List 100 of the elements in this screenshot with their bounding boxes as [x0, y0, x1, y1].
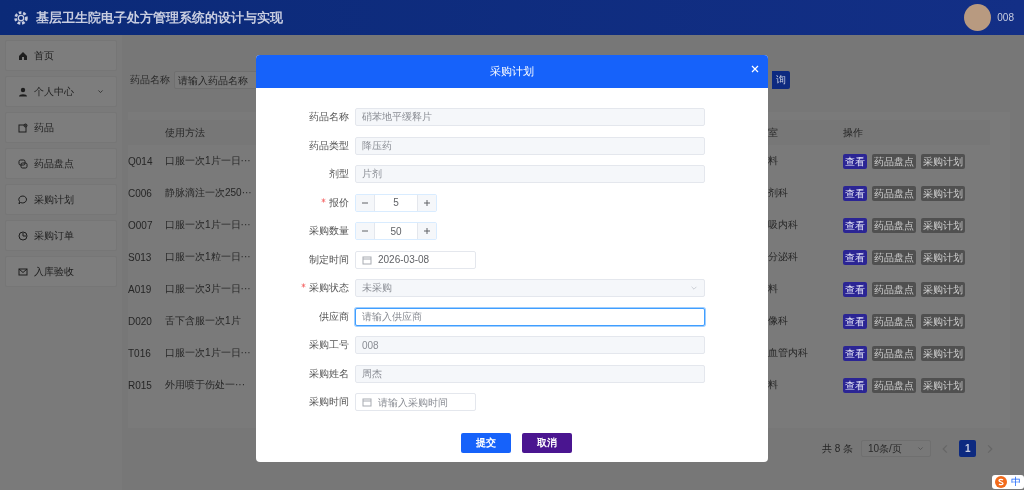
menu-label: 药品: [34, 120, 55, 135]
decrement-button[interactable]: [356, 194, 374, 211]
menu-label: 入库验收: [34, 264, 75, 279]
action-button[interactable]: 查看: [843, 249, 867, 265]
table-cell-text: C006: [128, 187, 153, 199]
field-label: 药品类型: [309, 139, 349, 151]
action-button[interactable]: 查看: [843, 217, 867, 233]
calendar-icon: [362, 254, 372, 265]
search-button[interactable]: 询: [772, 71, 790, 89]
number-stepper[interactable]: 50: [355, 222, 437, 240]
table-cell-text: T016: [128, 347, 152, 359]
action-button[interactable]: 药品盘点: [872, 185, 916, 201]
action-button[interactable]: 药品盘点: [872, 249, 916, 265]
sidebar-item[interactable]: 药品: [5, 112, 117, 143]
date-field[interactable]: 请输入采购时间: [355, 393, 476, 411]
action-button[interactable]: 查看: [843, 377, 867, 393]
avatar[interactable]: [964, 4, 992, 31]
cancel-button[interactable]: 取消: [521, 432, 572, 453]
column-header: 室: [768, 125, 779, 140]
sidebar-item[interactable]: 采购计划: [5, 184, 117, 215]
calendar-icon: [362, 397, 372, 407]
table-cell-text: 料: [768, 378, 779, 392]
action-button[interactable]: 药品盘点: [872, 217, 916, 233]
action-button[interactable]: 采购计划: [921, 249, 965, 265]
minus-icon: [361, 227, 369, 235]
plus-icon: [423, 198, 431, 207]
action-button[interactable]: 查看: [843, 153, 867, 169]
action-button[interactable]: 采购计划: [921, 281, 965, 297]
sidebar-item[interactable]: 采购订单: [5, 220, 117, 251]
column-header: 使用方法: [165, 125, 206, 140]
page-button[interactable]: 1: [959, 440, 976, 457]
table-cell-text: 剂科: [768, 186, 789, 200]
menu-label: 个人中心: [34, 84, 75, 99]
table-cell-text: 吸内科: [768, 218, 799, 232]
table-cell-text: D020: [128, 315, 153, 327]
action-button[interactable]: 采购计划: [921, 377, 965, 393]
number-stepper[interactable]: 5: [355, 193, 437, 212]
table-cell-text: 血管内科: [768, 346, 809, 360]
input-field[interactable]: 请输入供应商: [355, 307, 705, 326]
chat-bubble-icon: [18, 194, 28, 205]
table-cell-text: A019: [128, 283, 153, 295]
menu-label: 药品盘点: [34, 156, 75, 171]
action-button[interactable]: 药品盘点: [872, 153, 916, 169]
mail-icon: [18, 266, 28, 277]
field-label: 采购时间: [309, 396, 349, 407]
column-header: 操作: [843, 125, 864, 140]
field-label: 剂型: [329, 168, 349, 179]
total-count: 共 8 条: [821, 441, 853, 456]
date-field[interactable]: 2026-03-08: [355, 250, 476, 269]
sidebar-item[interactable]: 药品盘点: [5, 148, 117, 179]
field-label: 采购工号: [309, 339, 349, 350]
table-cell-text: Q014: [128, 155, 154, 167]
table-cell-text: 像科: [768, 314, 789, 328]
user-icon: [18, 86, 28, 97]
table-cell-text: R015: [128, 379, 153, 391]
action-button[interactable]: 药品盘点: [872, 345, 916, 361]
app-title: 基层卫生院电子处方管理系统的设计与实现: [36, 8, 284, 27]
dialog-title: 采购计划: [490, 64, 534, 79]
field-label: 报价: [329, 196, 349, 208]
input-mode[interactable]: 中: [1011, 475, 1021, 489]
field-label: 采购姓名: [309, 367, 349, 379]
table-cell-text: O007: [128, 219, 154, 231]
menu-label: 首页: [34, 48, 55, 63]
increment-button[interactable]: [418, 194, 436, 211]
gear-icon: [12, 8, 30, 27]
page-size-select[interactable]: 10条/页: [861, 440, 931, 457]
action-button[interactable]: 药品盘点: [872, 377, 916, 393]
chevron-down-icon: [690, 284, 698, 292]
user-name: 008: [997, 12, 1014, 23]
field-label: 采购状态: [309, 282, 349, 293]
table-cell-text: 分泌科: [768, 250, 799, 264]
action-button[interactable]: 查看: [843, 281, 867, 297]
field-label: 采购数量: [309, 225, 349, 236]
home-icon: [18, 50, 28, 61]
action-button[interactable]: 采购计划: [921, 313, 965, 329]
submit-button[interactable]: 提交: [460, 432, 511, 453]
menu-label: 采购订单: [34, 228, 75, 243]
action-button[interactable]: 药品盘点: [872, 281, 916, 297]
menu-label: 采购计划: [34, 192, 75, 207]
field-label: 制定时间: [309, 253, 349, 265]
search-label: 药品名称: [130, 73, 170, 87]
plus-icon: [423, 227, 431, 235]
action-button[interactable]: 采购计划: [921, 345, 965, 361]
action-button[interactable]: 采购计划: [921, 217, 965, 233]
action-button[interactable]: 查看: [843, 185, 867, 201]
increment-button[interactable]: [418, 223, 436, 239]
field-label: 药品名称: [309, 111, 349, 122]
field-label: 供应商: [319, 310, 349, 322]
table-cell-text: 料: [768, 282, 779, 296]
chat-icon: [18, 158, 28, 169]
sidebar-item[interactable]: 入库验收: [5, 256, 117, 287]
decrement-button[interactable]: [356, 223, 374, 239]
sidebar-item[interactable]: 首页: [5, 40, 117, 71]
document-icon: [18, 122, 28, 133]
sidebar-item[interactable]: 个人中心: [5, 76, 117, 107]
action-button[interactable]: 查看: [843, 313, 867, 329]
action-button[interactable]: 药品盘点: [872, 313, 916, 329]
action-button[interactable]: 采购计划: [921, 153, 965, 169]
action-button[interactable]: 查看: [843, 345, 867, 361]
action-button[interactable]: 采购计划: [921, 185, 965, 201]
